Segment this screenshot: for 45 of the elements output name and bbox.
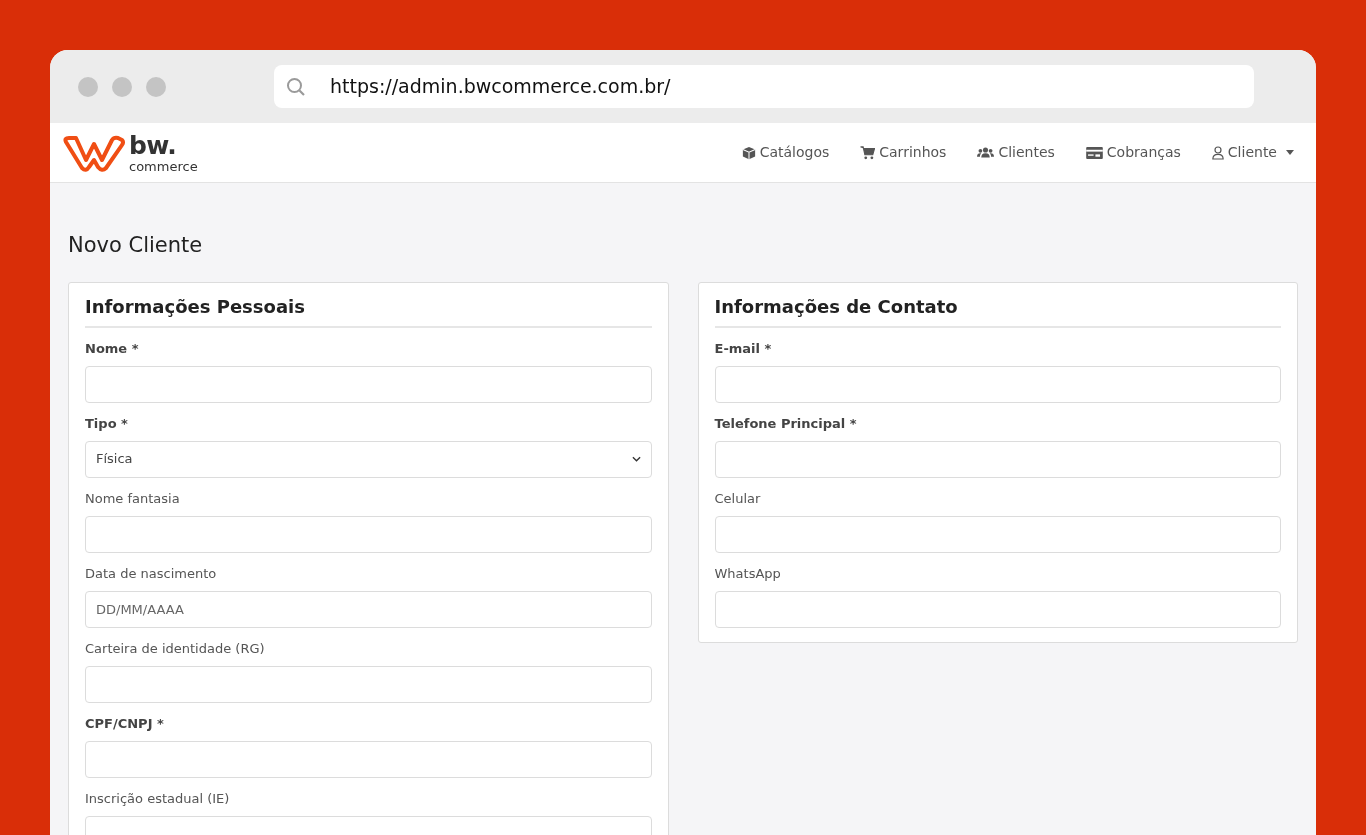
select-field[interactable]: Física [85, 440, 652, 478]
cart-icon [860, 145, 876, 160]
input-field[interactable] [714, 365, 1281, 403]
field-label: CPF/CNPJ * [85, 714, 165, 733]
user-icon [1211, 145, 1224, 160]
input-field[interactable] [85, 365, 652, 403]
field-label: Nome * [85, 339, 140, 358]
input-field[interactable] [85, 740, 652, 778]
box-icon [741, 145, 756, 160]
field-label: Tipo * [85, 414, 129, 433]
input-field[interactable]: DD/MM/AAAA [85, 590, 652, 628]
field-label: Carteira de identidade (RG) [85, 639, 266, 658]
chevron-down-icon [631, 456, 641, 462]
logo-text: bw. [129, 132, 177, 158]
field-label: Telefone Principal * [714, 414, 858, 433]
window-control-icon[interactable] [112, 76, 132, 97]
field-label: Celular [714, 489, 762, 508]
field-label: Inscrição estadual (IE) [85, 789, 231, 808]
field-label: E-mail * [714, 339, 773, 358]
field-label: Nome fantasia [85, 489, 181, 508]
input-field[interactable] [714, 515, 1281, 553]
credit-card-icon [1085, 146, 1103, 159]
nav-link[interactable]: Clientes [977, 142, 1055, 163]
nav-link[interactable]: Catálogos [741, 142, 830, 163]
card-title: Informações de Contato [714, 292, 1281, 328]
page-title: Novo Cliente [68, 232, 204, 259]
window-control-icon[interactable] [146, 76, 166, 97]
logo-tagline: commerce [129, 159, 198, 173]
nav-link[interactable]: Cliente [1211, 142, 1294, 163]
nav-link[interactable]: Carrinhos [860, 142, 947, 163]
url-text: https://admin.bwcommerce.com.br/ [330, 74, 671, 100]
window-control-icon[interactable] [78, 76, 98, 97]
field-label: WhatsApp [714, 564, 782, 583]
input-field[interactable] [714, 590, 1281, 628]
caret-icon [1286, 150, 1294, 155]
input-field[interactable] [85, 665, 652, 703]
input-field[interactable] [85, 515, 652, 553]
address-bar[interactable]: https://admin.bwcommerce.com.br/ [274, 65, 1254, 108]
input-field[interactable] [714, 440, 1281, 478]
search-icon [286, 76, 306, 97]
card-title: Informações Pessoais [85, 292, 652, 328]
logo-icon [62, 133, 126, 172]
nav-link[interactable]: Cobranças [1085, 142, 1181, 163]
users-icon [977, 146, 995, 159]
field-label: Data de nascimento [85, 564, 218, 583]
